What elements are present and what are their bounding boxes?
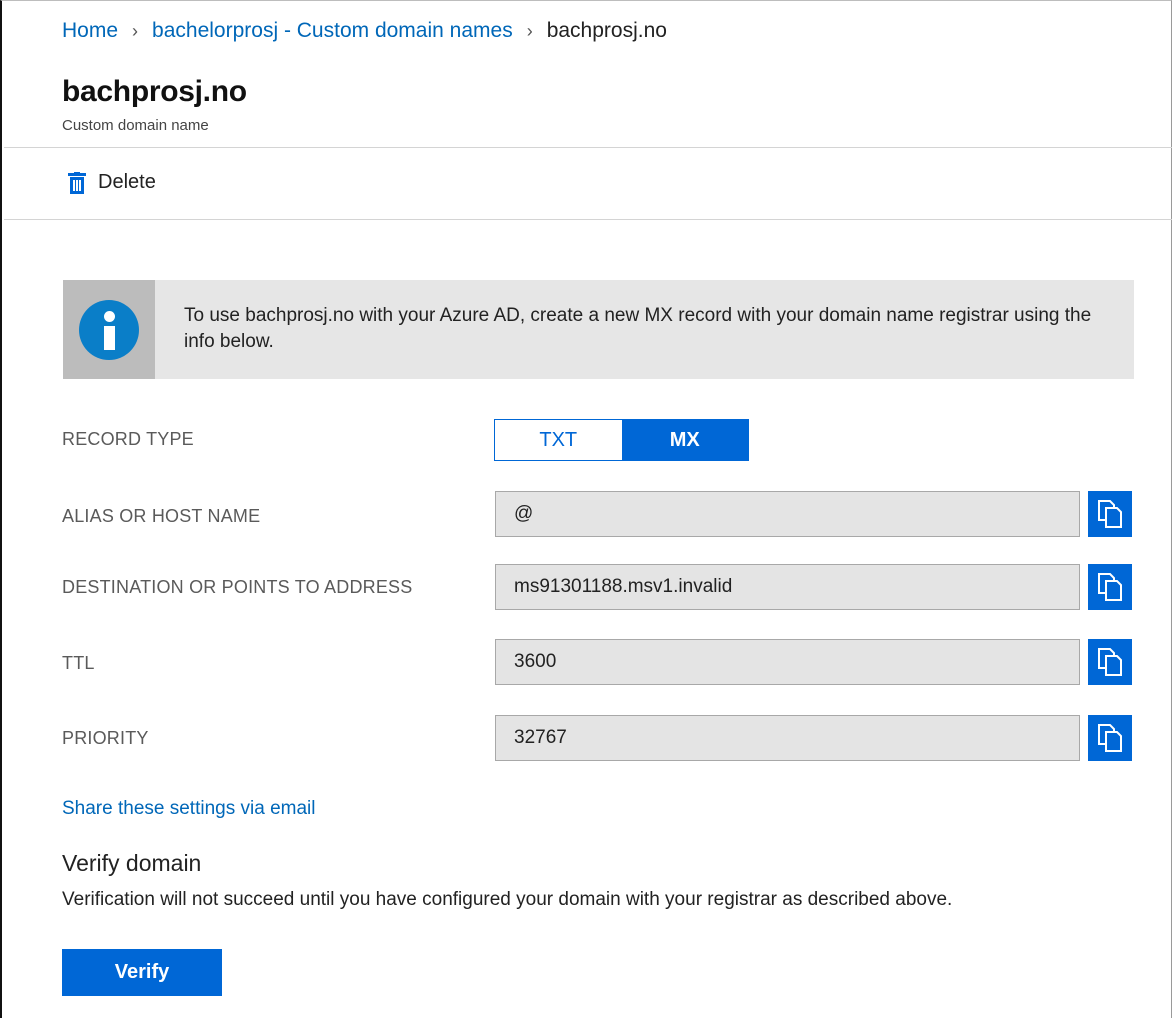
verify-button[interactable]: Verify [62, 949, 222, 996]
delete-label: Delete [98, 171, 156, 193]
copy-ttl-button[interactable] [1088, 639, 1132, 685]
priority-field[interactable]: 32767 [495, 715, 1080, 761]
record-type-option-mx[interactable]: MX [621, 420, 748, 460]
ttl-field[interactable]: 3600 [495, 639, 1080, 685]
info-icon [79, 299, 139, 360]
destination-field[interactable]: ms91301188.msv1.invalid [495, 564, 1080, 610]
alias-field[interactable]: @ [495, 491, 1080, 537]
page-subtitle: Custom domain name [62, 117, 209, 134]
copy-icon [1098, 500, 1122, 528]
copy-priority-button[interactable] [1088, 715, 1132, 761]
alias-label: ALIAS OR HOST NAME [62, 506, 261, 526]
copy-icon [1098, 573, 1122, 601]
trash-icon [68, 171, 86, 194]
chevron-right-icon: › [132, 20, 139, 41]
page-title: bachprosj.no [62, 75, 247, 108]
breadcrumb-parent-link[interactable]: bachelorprosj - Custom domain names [152, 19, 513, 43]
divider [4, 219, 1172, 220]
breadcrumb-current: bachprosj.no [546, 19, 667, 42]
blade: Home › bachelorprosj - Custom domain nam… [0, 0, 1172, 1018]
priority-label: PRIORITY [62, 728, 149, 748]
delete-button[interactable]: Delete [68, 171, 156, 194]
verify-domain-description: Verification will not succeed until you … [62, 889, 953, 910]
share-settings-email-link[interactable]: Share these settings via email [62, 798, 315, 820]
divider [4, 147, 1172, 148]
copy-icon [1098, 648, 1122, 676]
chevron-right-icon: › [526, 20, 533, 41]
breadcrumb-home-link[interactable]: Home [62, 19, 118, 43]
verify-domain-heading: Verify domain [62, 850, 202, 876]
breadcrumb: Home › bachelorprosj - Custom domain nam… [62, 19, 667, 43]
info-icon-cell [63, 280, 155, 379]
record-type-option-txt[interactable]: TXT [495, 420, 622, 460]
info-banner: To use bachprosj.no with your Azure AD, … [63, 280, 1134, 379]
copy-icon [1098, 724, 1122, 752]
record-type-toggle[interactable]: TXT MX [494, 419, 749, 461]
ttl-label: TTL [62, 653, 95, 673]
destination-label: DESTINATION OR POINTS TO ADDRESS [62, 577, 413, 597]
copy-alias-button[interactable] [1088, 491, 1132, 537]
info-message: To use bachprosj.no with your Azure AD, … [184, 305, 1092, 352]
record-type-label: RECORD TYPE [62, 429, 194, 449]
copy-destination-button[interactable] [1088, 564, 1132, 610]
